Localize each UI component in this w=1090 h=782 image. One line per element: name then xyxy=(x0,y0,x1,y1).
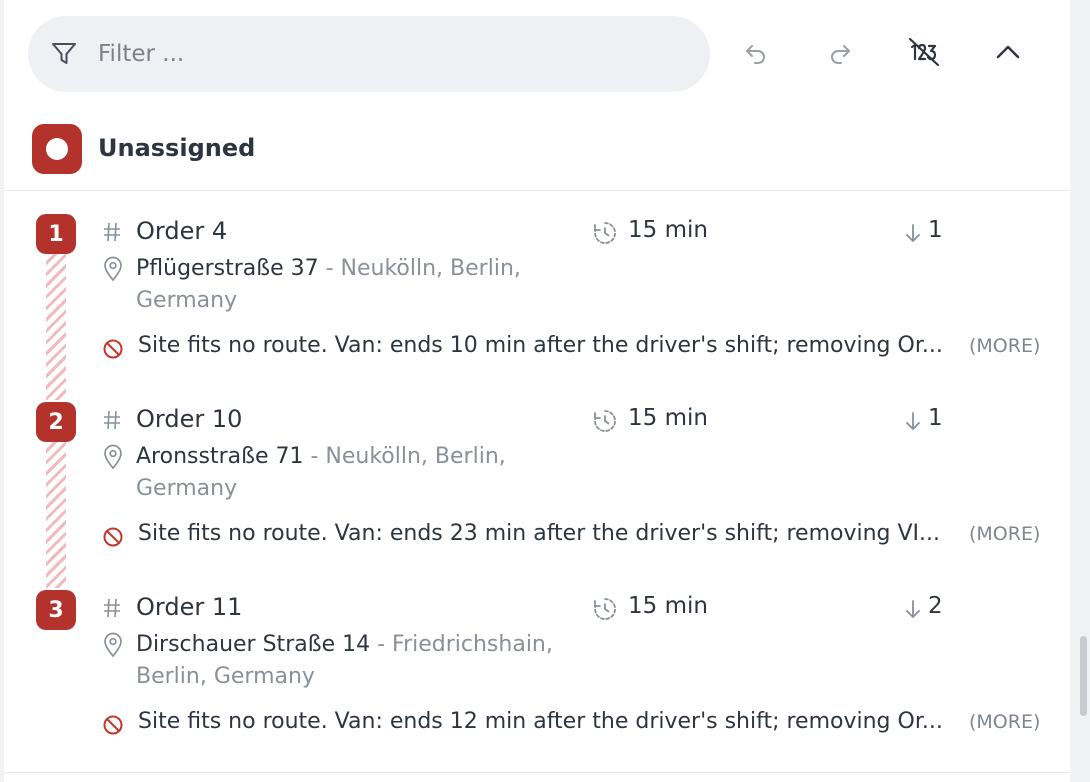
blocked-icon xyxy=(103,339,123,359)
location-pin-icon xyxy=(104,444,122,470)
group-title: Unassigned xyxy=(98,134,256,162)
unassigned-panel: Unassigned 1 2 3 Order 4 15 min 1 Pflüge… xyxy=(4,0,1070,782)
scrollbar-thumb[interactable] xyxy=(1080,636,1087,716)
service-time-icon xyxy=(594,222,616,244)
toggle-numbers-button[interactable] xyxy=(904,32,944,72)
street: Pflügerstraße 37 xyxy=(136,256,319,281)
quantity: 1 xyxy=(928,405,943,431)
undo-icon xyxy=(746,45,765,64)
location-pin-icon xyxy=(104,256,122,282)
hash-icon xyxy=(104,410,120,430)
hash-icon xyxy=(104,598,120,618)
redo-icon xyxy=(831,45,850,64)
service-duration: 15 min xyxy=(628,593,708,619)
arrow-down-icon xyxy=(906,412,920,430)
more-link[interactable]: (MORE) xyxy=(969,523,1040,545)
divider xyxy=(4,772,1070,773)
address: Dirschauer Straße 14 - Friedrichshain, B… xyxy=(136,629,556,693)
group-color-badge xyxy=(32,124,82,174)
street: Dirschauer Straße 14 xyxy=(136,632,371,657)
blocked-icon xyxy=(103,527,123,547)
hash-icon xyxy=(104,222,120,242)
filter-icon xyxy=(52,43,76,64)
warning-message: Site fits no route. Van: ends 23 min aft… xyxy=(138,521,941,546)
more-link[interactable]: (MORE) xyxy=(969,711,1040,733)
street: Aronsstraße 71 xyxy=(136,444,304,469)
order-name: Order 4 xyxy=(136,217,228,245)
warning-message: Site fits no route. Van: ends 10 min aft… xyxy=(138,333,943,358)
service-time-icon xyxy=(594,410,616,432)
address: Pflügerstraße 37 - Neukölln, Berlin, Ger… xyxy=(136,253,556,317)
divider xyxy=(4,190,1070,191)
service-time-icon xyxy=(594,598,616,620)
filter-box[interactable] xyxy=(28,16,710,92)
location-pin-icon xyxy=(104,632,122,658)
arrow-down-icon xyxy=(906,600,920,618)
service-duration: 15 min xyxy=(628,405,708,431)
numbers-off-icon xyxy=(908,37,940,67)
collapse-button[interactable] xyxy=(988,32,1028,72)
group-header[interactable]: Unassigned xyxy=(4,112,1070,190)
order-name: Order 11 xyxy=(136,593,243,621)
chevron-up-icon xyxy=(996,45,1020,59)
arrow-down-icon xyxy=(906,224,920,242)
order-item[interactable]: Order 10 15 min 1 Aronsstraße 71 - Neukö… xyxy=(4,405,1070,596)
address: Aronsstraße 71 - Neukölln, Berlin, Germa… xyxy=(136,441,556,505)
order-name: Order 10 xyxy=(136,405,243,433)
undo-button[interactable] xyxy=(736,32,776,72)
quantity: 1 xyxy=(928,217,943,243)
redo-button[interactable] xyxy=(820,32,860,72)
blocked-icon xyxy=(103,715,123,735)
order-item[interactable]: Order 11 15 min 2 Dirschauer Straße 14 -… xyxy=(4,593,1070,782)
warning-message: Site fits no route. Van: ends 12 min aft… xyxy=(138,709,943,734)
filter-input[interactable] xyxy=(98,34,678,74)
quantity: 2 xyxy=(928,593,943,619)
order-item[interactable]: Order 4 15 min 1 Pflügerstraße 37 - Neuk… xyxy=(4,217,1070,408)
more-link[interactable]: (MORE) xyxy=(969,335,1040,357)
service-duration: 15 min xyxy=(628,217,708,243)
